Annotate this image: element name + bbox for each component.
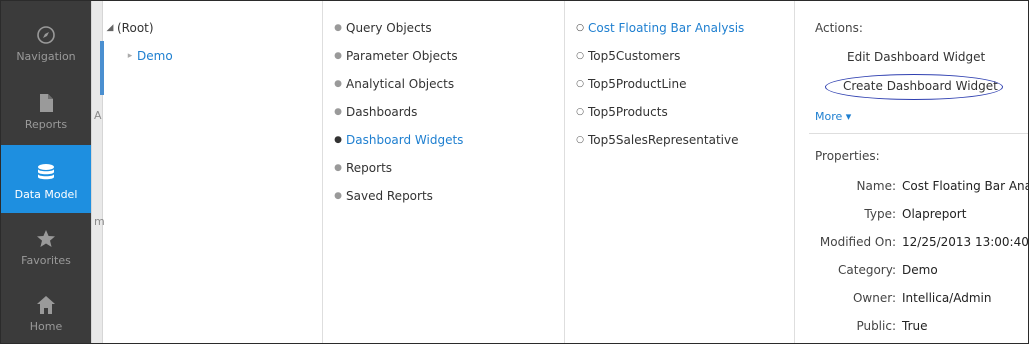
category-label: Dashboards <box>346 105 418 119</box>
bullet-icon: ● <box>334 107 342 117</box>
background-text-fragment: A <box>94 109 102 122</box>
nav-label: Favorites <box>21 254 71 267</box>
property-row-type: Type: Olapreport <box>795 207 1028 223</box>
object-item[interactable]: ○ Top5Customers <box>575 49 680 63</box>
property-value: Cost Floating Bar Analys <box>902 179 1028 193</box>
category-item[interactable]: ● Parameter Objects <box>333 49 458 63</box>
ring-bullet-icon: ○ <box>576 107 584 117</box>
object-item[interactable]: ○ Top5ProductLine <box>575 77 686 91</box>
category-item[interactable]: ● Analytical Objects <box>333 77 454 91</box>
more-actions-dropdown[interactable]: More ▾ <box>815 110 851 123</box>
ring-bullet-icon: ○ <box>576 79 584 89</box>
category-item[interactable]: ● Query Objects <box>333 21 432 35</box>
background-panel-edge <box>91 1 104 343</box>
ring-bullet-icon: ○ <box>576 135 584 145</box>
object-list-column: ○ Cost Floating Bar Analysis ○ Top5Custome… <box>565 1 795 343</box>
property-label: Owner: <box>852 291 896 305</box>
category-label: Query Objects <box>346 21 432 35</box>
folder-tree-column: ◢ (Root) ▸ Demo <box>103 1 323 343</box>
star-icon <box>37 230 55 247</box>
property-label: Public: <box>856 319 896 333</box>
category-item-selected[interactable]: ● Dashboard Widgets <box>333 133 463 147</box>
property-value: Olapreport <box>902 207 967 221</box>
object-label: Cost Floating Bar Analysis <box>588 21 745 35</box>
bullet-icon: ● <box>334 23 342 33</box>
property-row-name: Name: Cost Floating Bar Analys <box>795 179 1028 195</box>
category-item[interactable]: ● Reports <box>333 161 392 175</box>
nav-item-navigation[interactable]: Navigation <box>1 7 91 75</box>
category-label: Analytical Objects <box>346 77 455 91</box>
bullet-icon: ● <box>334 135 342 145</box>
object-label: Top5Products <box>588 105 668 119</box>
object-item[interactable]: ○ Top5Products <box>575 105 668 119</box>
object-item[interactable]: ○ Top5SalesRepresentative <box>575 133 739 147</box>
ring-bullet-icon: ○ <box>576 23 584 33</box>
property-label: Type: <box>864 207 896 221</box>
nav-label: Data Model <box>14 188 78 201</box>
property-label: Name: <box>856 179 896 193</box>
edit-dashboard-widget-link[interactable]: Edit Dashboard Widget <box>847 50 985 64</box>
bullet-icon: ● <box>334 191 342 201</box>
nav-label: Home <box>29 320 63 333</box>
property-value: Intellica/Admin <box>902 291 992 305</box>
app-window: Navigation Reports Data Model Favorites <box>0 0 1029 344</box>
bullet-icon: ● <box>334 79 342 89</box>
collapse-triangle-icon[interactable]: ◢ <box>105 23 115 33</box>
bullet-icon: ● <box>334 51 342 61</box>
category-label: Saved Reports <box>346 189 433 203</box>
details-column: Actions: Edit Dashboard Widget Create Da… <box>795 1 1029 343</box>
nav-item-data-model[interactable]: Data Model <box>1 145 91 213</box>
property-row-owner: Owner: Intellica/Admin <box>795 291 1028 307</box>
nav-label: Reports <box>24 118 68 131</box>
property-row-public: Public: True <box>795 319 1028 335</box>
category-label: Parameter Objects <box>346 49 458 63</box>
document-icon <box>40 94 53 112</box>
ring-bullet-icon: ○ <box>576 51 584 61</box>
category-label: Reports <box>346 161 393 175</box>
property-label: Category: <box>838 263 896 277</box>
property-label: Modified On: <box>819 235 896 249</box>
property-value: Demo <box>902 263 938 277</box>
nav-item-home[interactable]: Home <box>1 277 91 343</box>
compass-icon <box>37 26 55 44</box>
nav-item-favorites[interactable]: Favorites <box>1 211 91 279</box>
home-icon <box>37 296 55 314</box>
object-category-column: ● Query Objects ● Parameter Objects ● Analy… <box>323 1 565 343</box>
section-divider <box>809 133 1028 134</box>
object-label: Top5ProductLine <box>588 77 687 91</box>
property-row-category: Category: Demo <box>795 263 1028 279</box>
expand-triangle-icon[interactable]: ▸ <box>125 51 135 61</box>
property-value: 12/25/2013 13:00:40 <box>902 235 1029 249</box>
category-item[interactable]: ● Saved Reports <box>333 189 433 203</box>
object-label: Top5Customers <box>588 49 681 63</box>
database-icon <box>38 164 54 180</box>
object-label: Top5SalesRepresentative <box>588 133 739 147</box>
highlight-annotation-ellipse <box>825 74 1003 100</box>
tree-node-demo[interactable]: ▸ Demo <box>125 49 173 63</box>
nav-item-reports[interactable]: Reports <box>1 75 91 143</box>
object-item-selected[interactable]: ○ Cost Floating Bar Analysis <box>575 21 744 35</box>
side-navigation: Navigation Reports Data Model Favorites <box>1 1 91 343</box>
property-row-modified-on: Modified On: 12/25/2013 13:00:40 <box>795 235 1029 251</box>
nav-label: Navigation <box>16 50 76 63</box>
category-item[interactable]: ● Dashboards <box>333 105 417 119</box>
bullet-icon: ● <box>334 163 342 173</box>
tree-node-label: Demo <box>137 49 173 63</box>
tree-node-root[interactable]: ◢ (Root) <box>105 21 154 35</box>
actions-title: Actions: <box>815 21 863 35</box>
properties-title: Properties: <box>815 149 880 163</box>
category-label: Dashboard Widgets <box>346 133 464 147</box>
tree-node-label: (Root) <box>117 21 154 35</box>
property-value: True <box>902 319 928 333</box>
